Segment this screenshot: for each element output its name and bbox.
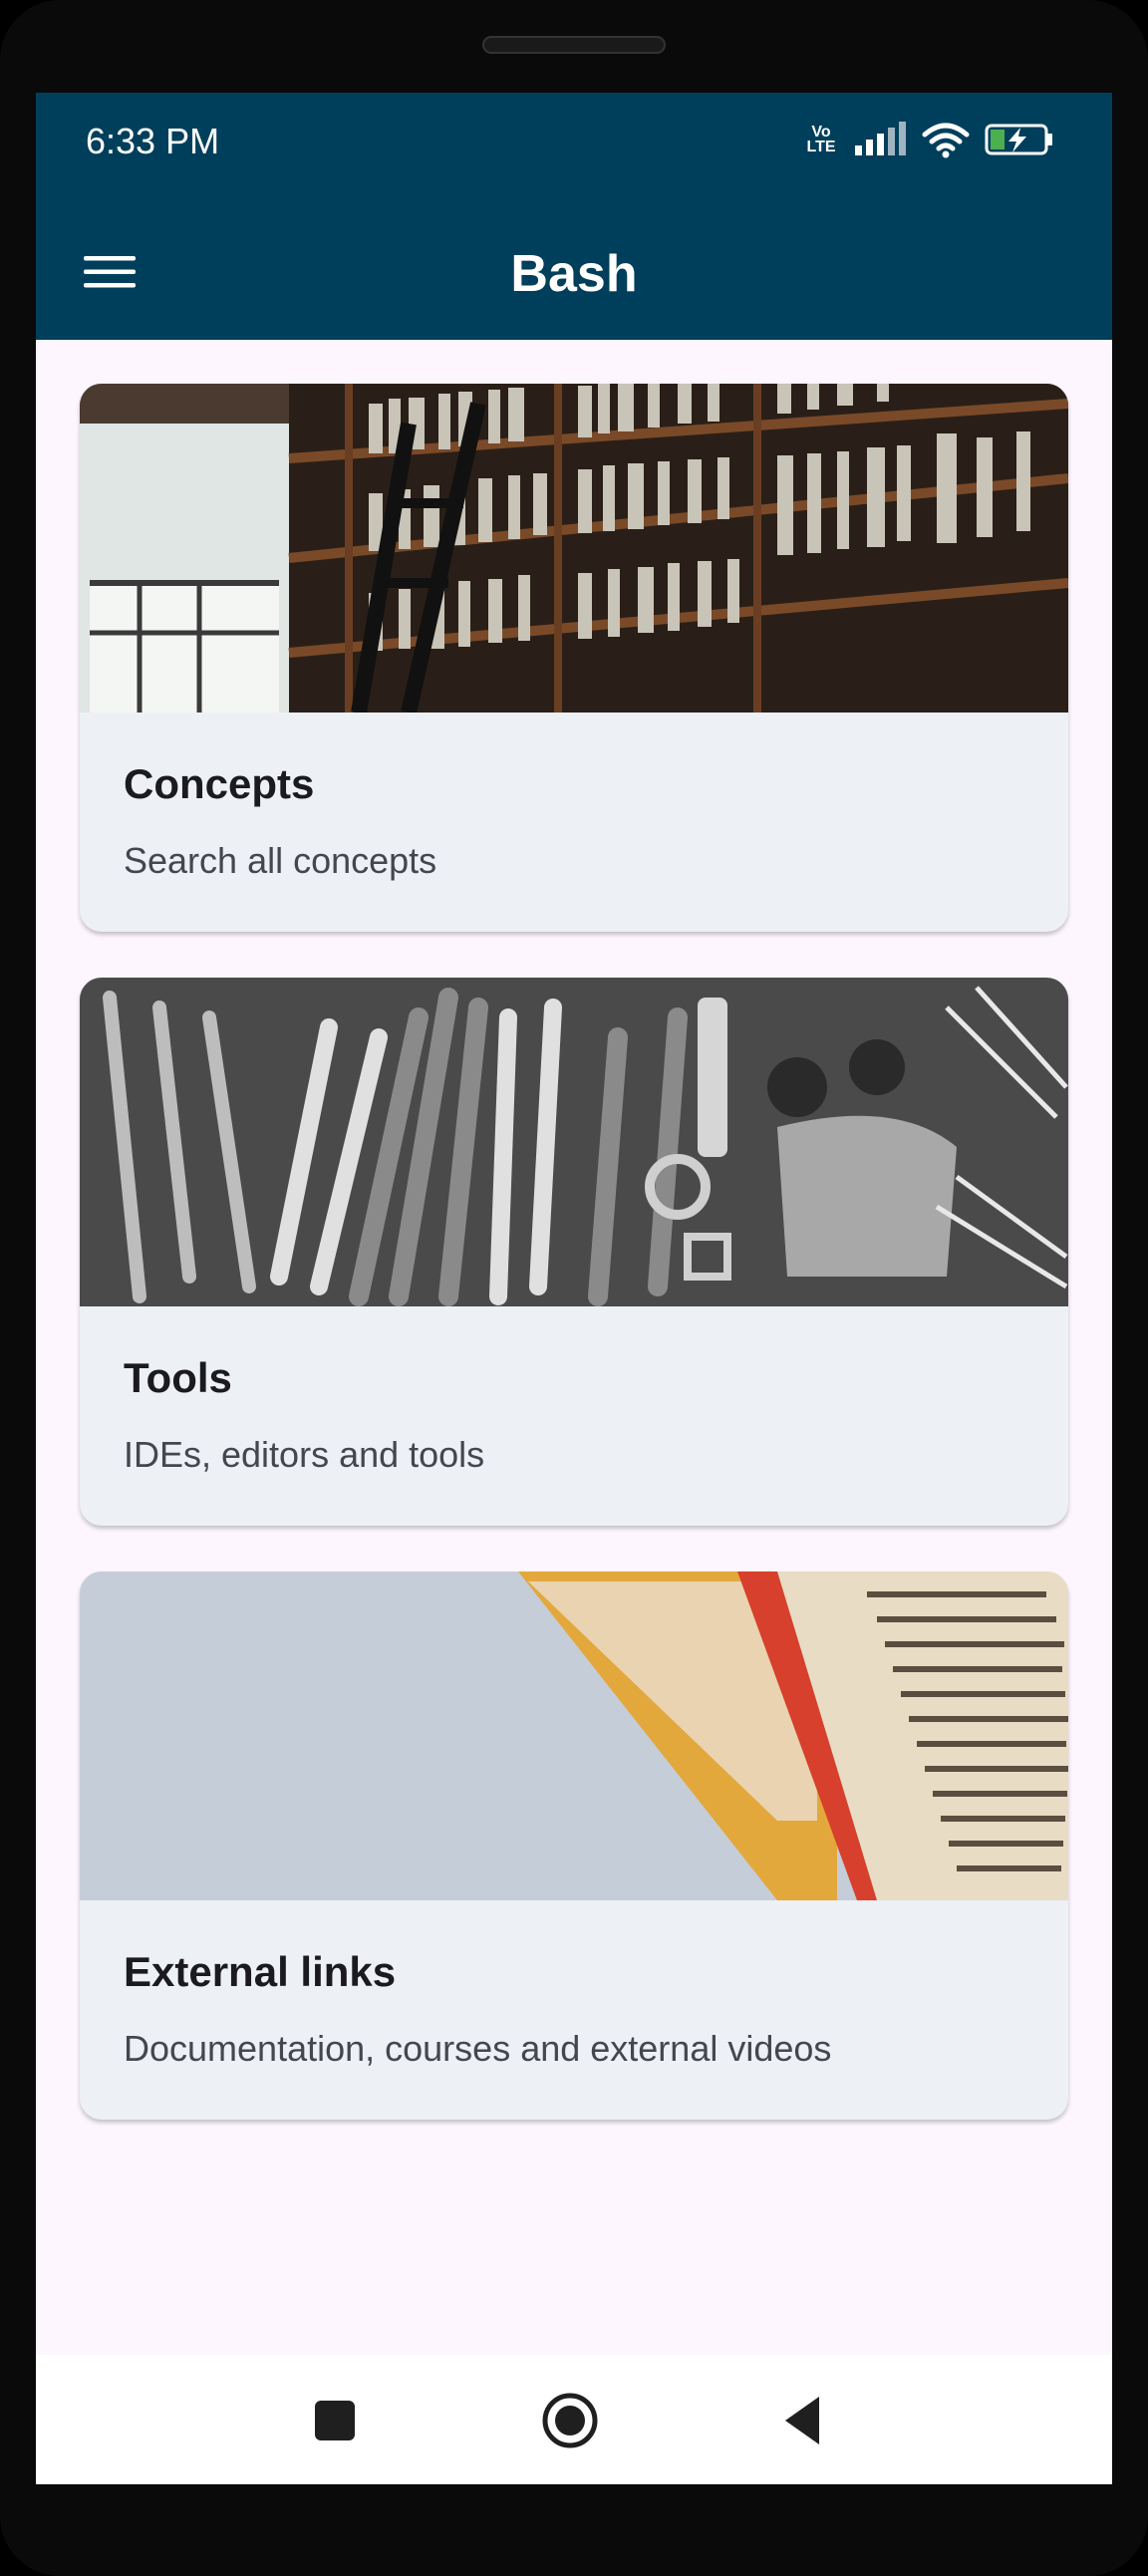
- open-book-photo: [80, 1572, 1068, 1900]
- battery-charging-icon: [985, 124, 1052, 155]
- signal-icon: [855, 122, 906, 155]
- card-title: Tools: [124, 1354, 232, 1401]
- card-concepts[interactable]: Concepts Search all concepts: [80, 384, 1068, 932]
- screen: 6:33 PM Vo LTE Bash Concepts Search all …: [36, 93, 1112, 2484]
- recents-square-icon[interactable]: [303, 2389, 367, 2452]
- phone-frame: 6:33 PM Vo LTE Bash Concepts Search all …: [0, 0, 1148, 2576]
- card-subtitle: Search all concepts: [124, 840, 437, 881]
- status-time: 6:33 PM: [86, 121, 220, 161]
- app-bar: Bash: [36, 204, 1112, 340]
- back-triangle-icon[interactable]: [773, 2389, 837, 2452]
- volte-icon: Vo LTE: [806, 124, 836, 155]
- status-icons: Vo LTE: [803, 121, 1054, 158]
- card-tools[interactable]: Tools IDEs, editors and tools: [80, 978, 1068, 1526]
- card-title: Concepts: [124, 760, 315, 807]
- status-bar: 6:33 PM Vo LTE: [36, 93, 1112, 204]
- page-title: Bash: [510, 245, 638, 303]
- wifi-icon: [922, 123, 970, 158]
- system-nav-bar: [36, 2355, 1112, 2484]
- workbench-tools-photo: [80, 978, 1068, 1306]
- card-subtitle: Documentation, courses and external vide…: [124, 2028, 832, 2069]
- card-title: External links: [124, 1948, 397, 1995]
- card-external-links[interactable]: External links Documentation, courses an…: [80, 1572, 1068, 2120]
- earpiece-speaker: [482, 36, 666, 54]
- library-bookshelf-photo: [80, 384, 1068, 713]
- home-circle-icon[interactable]: [538, 2389, 602, 2452]
- card-subtitle: IDEs, editors and tools: [124, 1434, 485, 1475]
